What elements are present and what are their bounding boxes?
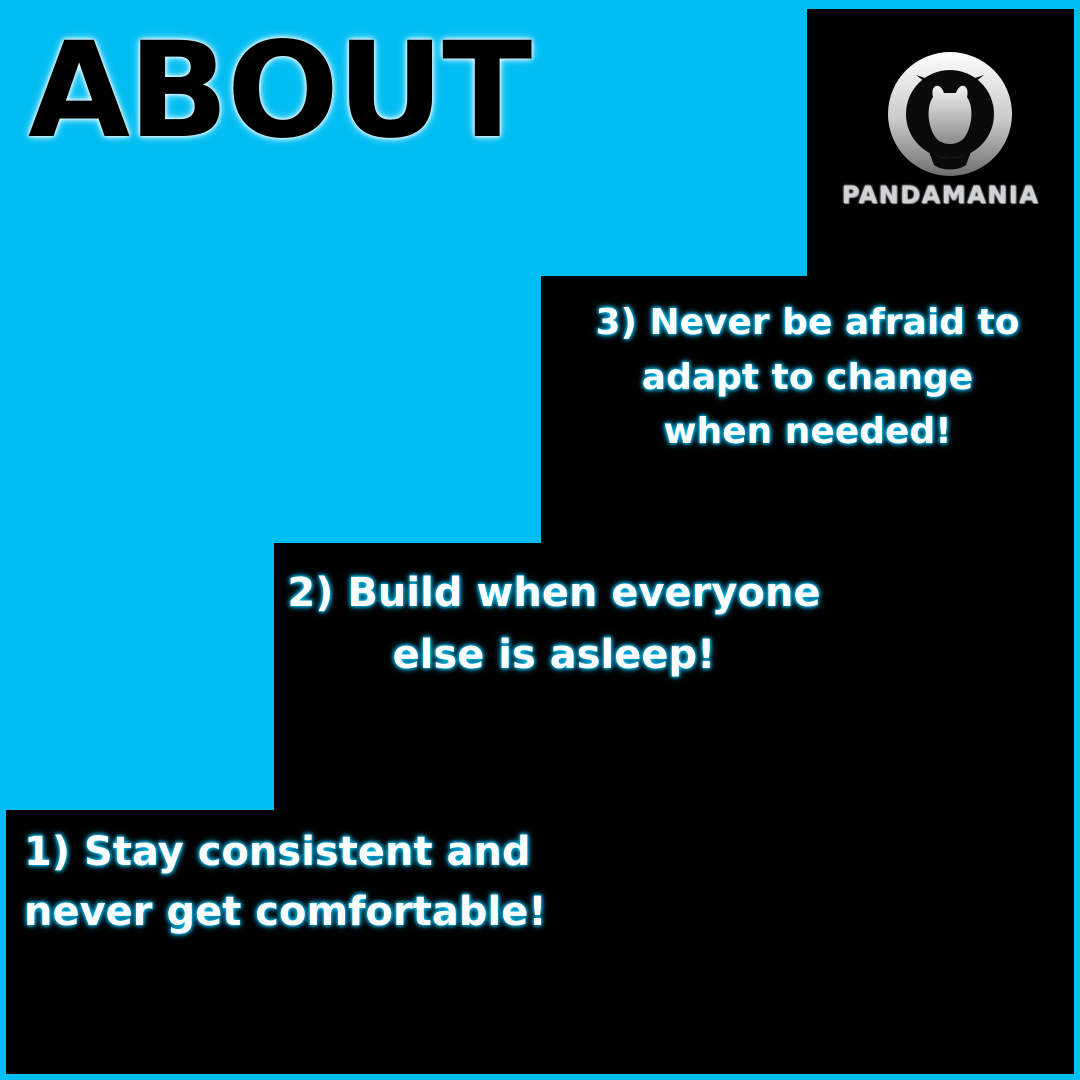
brand-wordmark: PANDAMANIA (841, 181, 1040, 209)
panda-emblem-icon (888, 52, 1012, 176)
step-1-text: 1) Stay consistent and never get comfort… (24, 829, 547, 935)
step-2-text: 2) Build when everyone else is asleep! (287, 570, 821, 678)
page-title: ABOUT (28, 14, 532, 168)
brand-logo: PANDAMANIA (807, 9, 1074, 279)
step-3-text: 3) Never be afraid to adapt to change wh… (595, 302, 1020, 453)
